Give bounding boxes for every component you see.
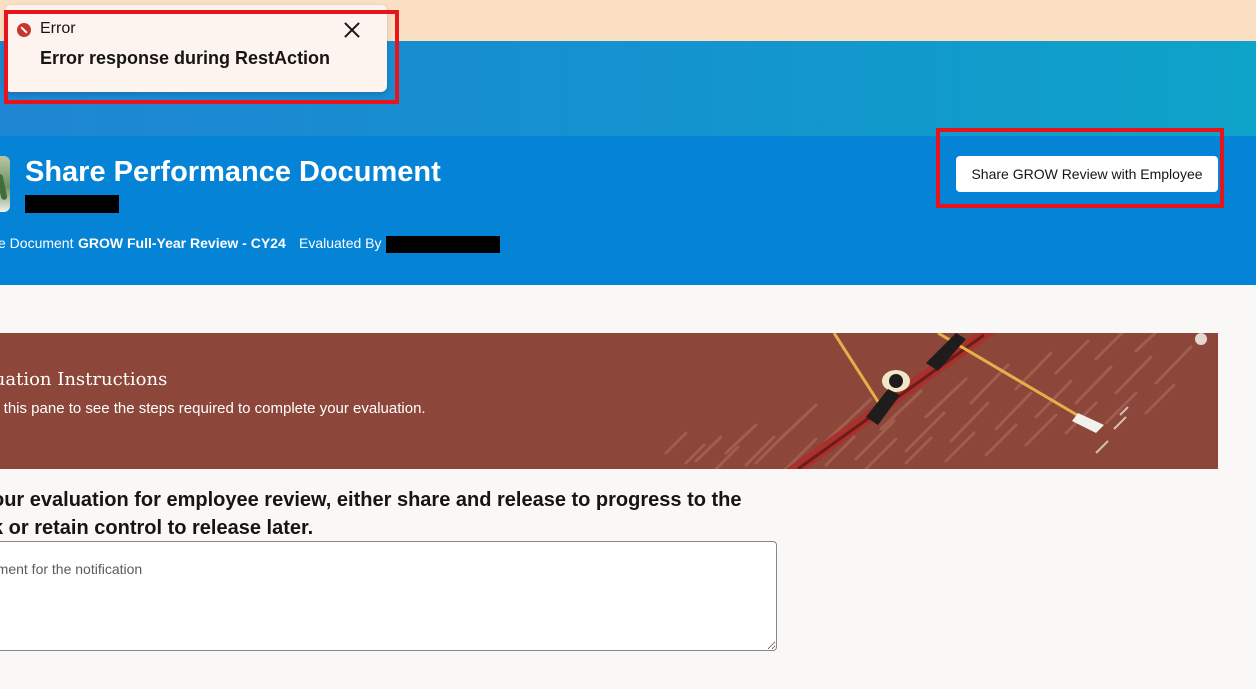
toast-message: Error response during RestAction [40, 48, 331, 68]
instructions-title: luation Instructions [0, 369, 168, 390]
share-prompt: our evaluation for employee review, eith… [0, 486, 762, 542]
plant-image [0, 173, 8, 201]
share-review-button[interactable]: Share GROW Review with Employee [956, 156, 1218, 192]
document-label: e Document [0, 235, 74, 251]
toast-label: Error [40, 20, 76, 37]
share-prompt-line2: k or retain control to release later. [0, 517, 314, 539]
error-icon [17, 23, 31, 37]
evaluated-by-label: Evaluated By [299, 235, 382, 251]
redacted-evaluator-name [386, 236, 500, 253]
instructions-text: k this pane to see the steps required to… [0, 400, 426, 417]
share-prompt-line1: our evaluation for employee review, eith… [0, 489, 742, 511]
page-title: Share Performance Document [25, 156, 441, 188]
rowing-illustration [664, 333, 1207, 469]
notification-comment-input[interactable] [0, 541, 777, 651]
avatar [0, 156, 10, 212]
redacted-employee-name [25, 195, 119, 213]
evaluation-instructions-panel[interactable]: luation Instructions k this pane to see … [0, 333, 1218, 469]
document-name: GROW Full-Year Review - CY24 [78, 235, 286, 251]
close-icon[interactable] [341, 19, 363, 41]
error-toast: Error Error response during RestAction [5, 5, 387, 92]
